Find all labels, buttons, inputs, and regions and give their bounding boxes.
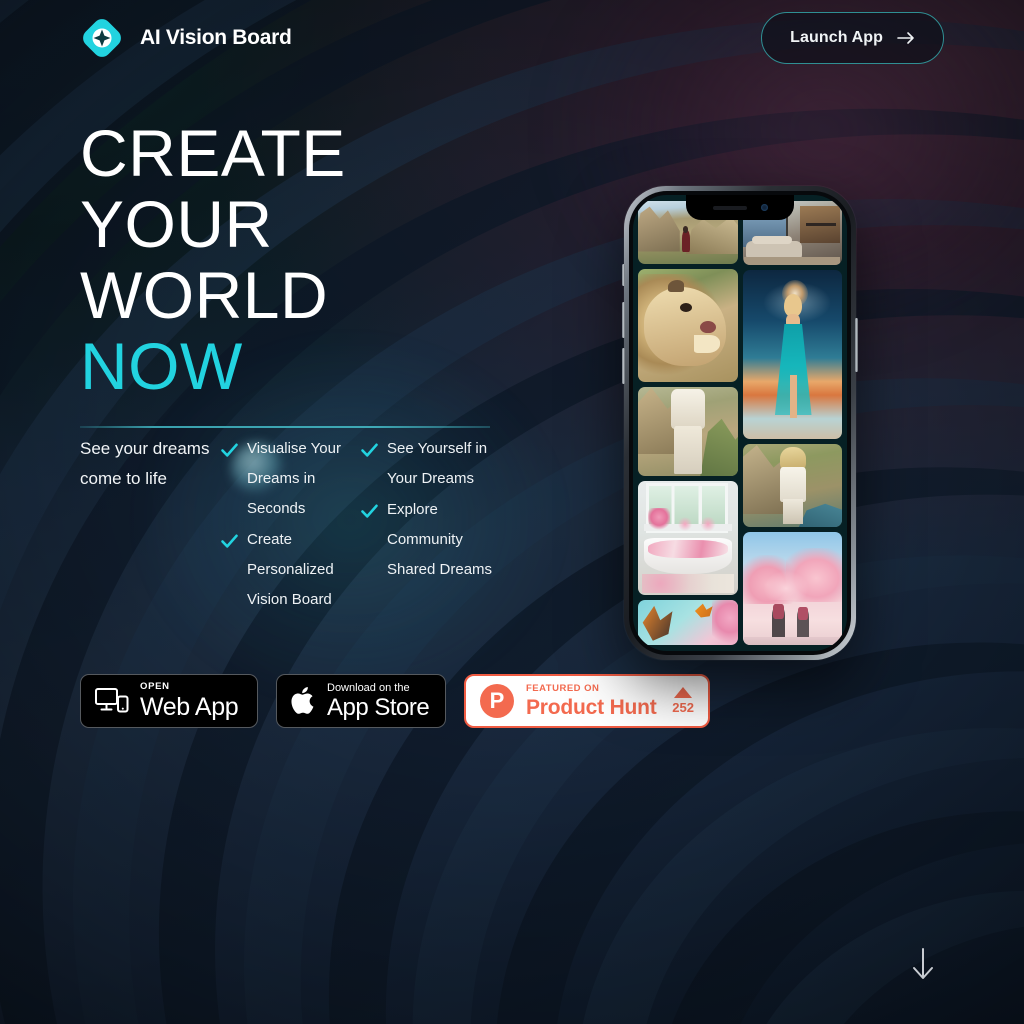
- apple-logo-icon: [291, 686, 314, 714]
- speaker-grille-icon: [712, 205, 747, 210]
- product-hunt-upvote[interactable]: 252: [672, 687, 694, 715]
- check-icon: [361, 504, 378, 518]
- web-app-label: Web App: [140, 692, 239, 721]
- feature-label: Explore Community Shared Dreams: [387, 501, 493, 578]
- phone-screen: [633, 195, 847, 651]
- feature-item: Explore Community Shared Dreams: [360, 495, 500, 585]
- feature-item: Visualise Your Dreams in Seconds: [220, 434, 360, 524]
- product-hunt-badge[interactable]: P FEATURED ON Product Hunt 252: [464, 674, 710, 728]
- phone-mute-switch: [622, 264, 625, 286]
- feature-label: See Yourself in Your Dreams: [387, 440, 488, 487]
- front-camera-icon: [760, 204, 768, 211]
- phone-volume-down-button: [622, 348, 625, 384]
- hero-tagline: See your dreams come to life: [80, 439, 210, 488]
- gallery-tile[interactable]: [638, 480, 738, 595]
- feature-column-a: Visualise Your Dreams in Seconds Create …: [220, 434, 360, 616]
- gallery-column-left: [638, 201, 738, 645]
- phone-mockup: [622, 186, 858, 660]
- site-header: AI Vision Board Launch App: [0, 0, 1024, 76]
- check-icon: [221, 443, 238, 457]
- arrow-down-icon[interactable]: [908, 946, 938, 982]
- phone-power-button: [855, 318, 858, 372]
- monitor-phone-icon: [95, 688, 129, 713]
- phone-bezel: [629, 191, 851, 655]
- app-store-label: App Store: [327, 693, 430, 721]
- gallery-tile[interactable]: [638, 386, 738, 476]
- phone-notch: [686, 195, 794, 220]
- vision-board-gallery[interactable]: [633, 195, 847, 651]
- gallery-tile[interactable]: [638, 269, 738, 382]
- arrow-right-icon: [897, 32, 914, 44]
- phone-volume-up-button: [622, 302, 625, 338]
- web-app-small-label: OPEN: [140, 681, 170, 693]
- feature-label: Visualise Your Dreams in Seconds: [247, 440, 341, 517]
- product-hunt-label: Product Hunt: [526, 695, 657, 719]
- headline-line-3: WORLD: [80, 258, 329, 332]
- product-hunt-small-label: FEATURED ON: [526, 683, 600, 695]
- product-hunt-logo-icon: P: [480, 684, 514, 718]
- check-icon: [221, 534, 238, 548]
- check-icon: [361, 443, 378, 457]
- store-badges: OPEN Web App Download on the App Store P…: [80, 674, 710, 728]
- headline-line-4-accent: NOW: [80, 329, 243, 403]
- launch-app-label: Launch App: [790, 29, 883, 46]
- feature-item: Create Personalized Vision Board: [220, 525, 360, 615]
- product-hunt-count: 252: [672, 700, 694, 715]
- gallery-tile[interactable]: [742, 269, 842, 439]
- feature-list: See your dreams come to life Visualise Y…: [80, 434, 500, 616]
- headline-line-1: CREATE: [80, 116, 346, 190]
- headline-line-2: YOUR: [80, 187, 273, 261]
- feature-column-b: See Yourself in Your Dreams Explore Comm…: [360, 434, 500, 616]
- feature-label: Create Personalized Vision Board: [247, 531, 334, 608]
- diamond-star-logo-icon: [80, 16, 124, 60]
- hero-tagline-col: See your dreams come to life: [80, 434, 220, 616]
- caret-up-icon: [674, 687, 693, 698]
- hero-headline: CREATE YOUR WORLD NOW: [80, 118, 550, 402]
- gallery-tile[interactable]: [742, 532, 842, 645]
- gallery-tile[interactable]: [638, 599, 738, 645]
- section-divider: [80, 426, 490, 428]
- web-app-button[interactable]: OPEN Web App: [80, 674, 258, 728]
- brand-logo[interactable]: AI Vision Board: [80, 16, 292, 60]
- brand-name: AI Vision Board: [140, 26, 292, 49]
- launch-app-button[interactable]: Launch App: [761, 12, 944, 64]
- gallery-tile[interactable]: [742, 443, 842, 528]
- gallery-column-right: [742, 201, 842, 645]
- app-store-small-label: Download on the: [327, 681, 410, 694]
- feature-item: See Yourself in Your Dreams: [360, 434, 500, 494]
- app-store-button[interactable]: Download on the App Store: [276, 674, 446, 728]
